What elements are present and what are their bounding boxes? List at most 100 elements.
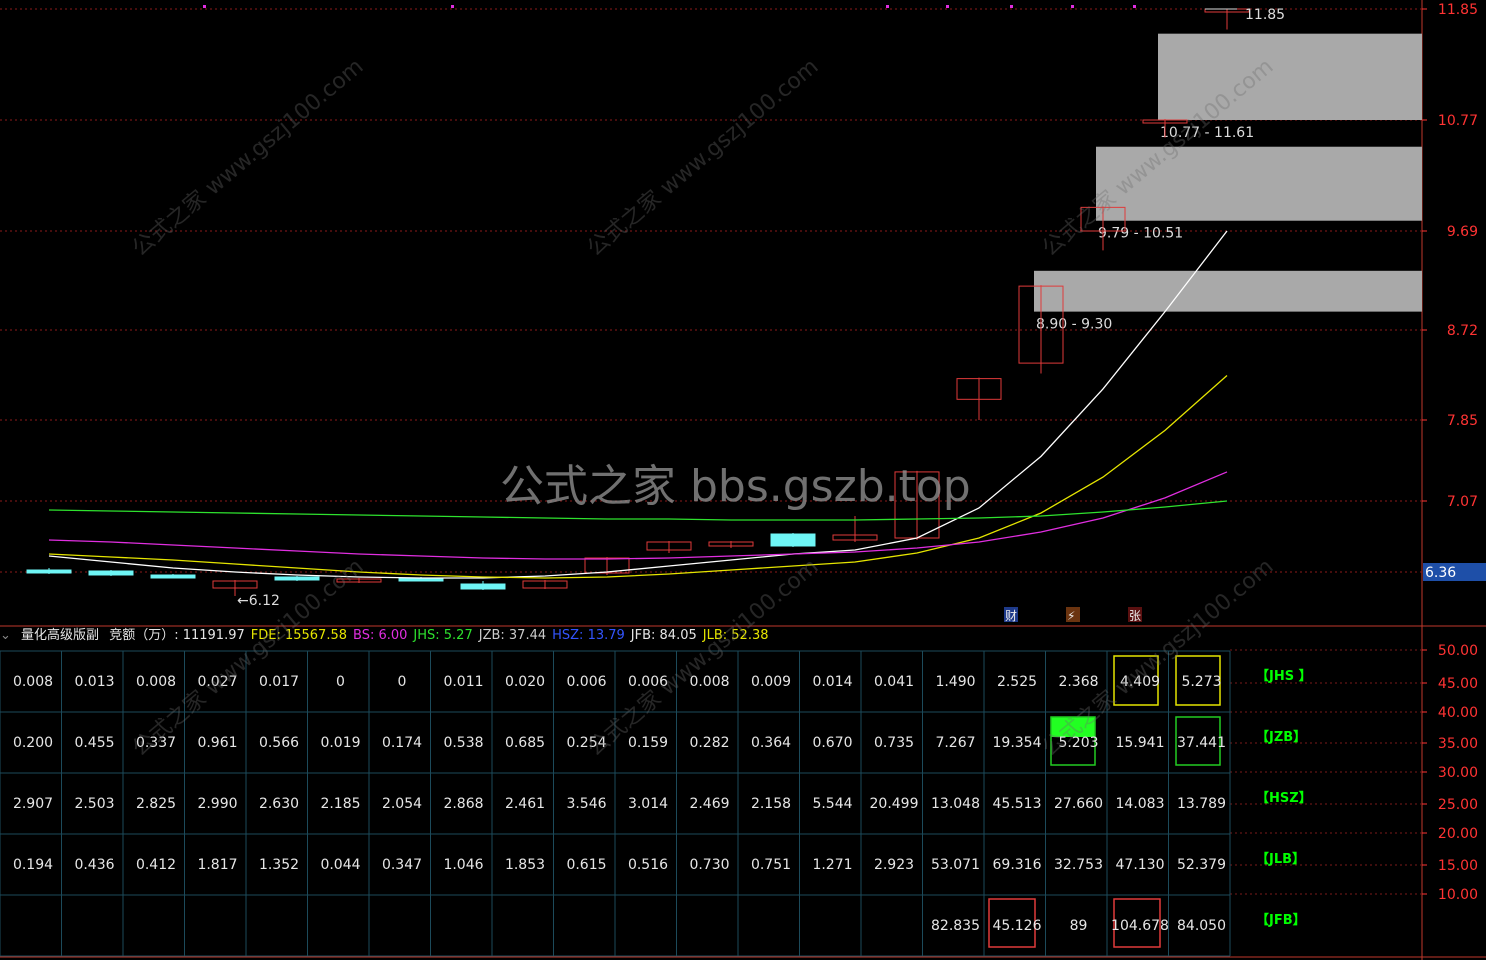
top-signal-dot xyxy=(1071,5,1074,8)
table-cell: 0.041 xyxy=(873,674,915,690)
table-cell: 0.008 xyxy=(135,674,177,690)
top-signal-dot xyxy=(946,5,949,8)
table-cell: 13.048 xyxy=(931,796,980,812)
table-cell: 82.835 xyxy=(931,918,980,934)
table-cell: 5.544 xyxy=(812,796,853,812)
top-signal-dot xyxy=(451,5,454,8)
table-cell: 0.020 xyxy=(504,674,546,690)
table-cell: 69.316 xyxy=(992,857,1042,873)
table-cell: 1.853 xyxy=(504,857,546,873)
status-item: BS: 6.00 xyxy=(353,628,408,643)
price-tick-label: 7.85 xyxy=(1447,413,1478,429)
current-price-label: 6.36 xyxy=(1425,565,1456,581)
table-cell: 52.379 xyxy=(1177,857,1226,873)
table-cell: 0 xyxy=(336,674,345,690)
table-cell: 1.271 xyxy=(812,857,853,873)
candle-body xyxy=(88,570,134,576)
candle-body xyxy=(150,574,196,579)
table-row-label: 【JZB】 xyxy=(1256,730,1307,745)
candle-body xyxy=(770,533,816,547)
table-row-label: 【JLB】 xyxy=(1256,852,1306,867)
table-cell: 0.009 xyxy=(750,674,792,690)
table-cell: 1.817 xyxy=(197,857,238,873)
table-cell: 45.513 xyxy=(992,796,1042,812)
low-annotation: ←6.12 xyxy=(237,593,280,609)
table-cell: 84.050 xyxy=(1177,918,1226,934)
price-tick-label: 7.07 xyxy=(1447,494,1478,510)
table-cell: 0.194 xyxy=(12,857,54,873)
table-cell: 0.011 xyxy=(443,674,484,690)
table-cell: 0.615 xyxy=(566,857,607,873)
table-cell: 0.961 xyxy=(197,735,238,751)
table-cell: 2.503 xyxy=(74,796,115,812)
table-cell: 0.751 xyxy=(750,857,792,873)
indicator-tick-label: 25.00 xyxy=(1438,797,1478,813)
table-cell: 104.678 xyxy=(1111,918,1169,934)
table-cell: 0.200 xyxy=(12,735,54,751)
table-cell: 0.006 xyxy=(566,674,607,690)
table-cell: 1.046 xyxy=(443,857,484,873)
status-item: JFB: 84.05 xyxy=(630,628,697,643)
table-row-label: 【JFB】 xyxy=(1256,913,1306,928)
table-row-label: 【JHS 】 xyxy=(1256,669,1312,684)
table-cell: 5.273 xyxy=(1181,674,1222,690)
status-item: JZB: 37.44 xyxy=(478,628,547,643)
table-cell: 0.017 xyxy=(258,674,300,690)
table-cell: 2.868 xyxy=(443,796,484,812)
table-cell: 0.730 xyxy=(689,857,730,873)
table-cell: 1.490 xyxy=(935,674,976,690)
table-cell: 13.789 xyxy=(1177,796,1226,812)
table-cell: 0.412 xyxy=(135,857,177,873)
indicator-tick-label: 20.00 xyxy=(1438,826,1478,842)
price-tick-label: 9.69 xyxy=(1447,224,1478,240)
price-zone xyxy=(1034,270,1422,312)
table-cell: 47.130 xyxy=(1115,857,1165,873)
indicator-tick-label: 35.00 xyxy=(1438,736,1478,752)
table-cell: 0.008 xyxy=(12,674,54,690)
top-signal-dot xyxy=(203,5,206,8)
price-tick-label: 8.72 xyxy=(1447,323,1478,339)
top-signal-dot xyxy=(1010,5,1013,8)
table-cell: 1.352 xyxy=(258,857,300,873)
table-cell: 89 xyxy=(1069,918,1088,934)
table-cell: 2.630 xyxy=(258,796,300,812)
indicator-tick-label: 10.00 xyxy=(1438,887,1478,903)
table-cell: 2.469 xyxy=(689,796,730,812)
table-cell: 32.753 xyxy=(1054,857,1103,873)
table-cell: 0.174 xyxy=(381,735,423,751)
indicator-title: 量化高级版副 xyxy=(21,628,100,643)
top-signal-dot xyxy=(886,5,889,8)
status-item: JHS: 5.27 xyxy=(413,628,473,643)
center-watermark: 公式之家 bbs.gszb.top xyxy=(500,461,971,512)
table-cell: 2.990 xyxy=(197,796,238,812)
indicator-tick-label: 30.00 xyxy=(1438,765,1478,781)
table-cell: 14.083 xyxy=(1115,796,1165,812)
table-cell: 2.525 xyxy=(996,674,1038,690)
table-cell: 2.923 xyxy=(873,857,915,873)
table-cell: 0.014 xyxy=(812,674,853,690)
table-cell: 0.455 xyxy=(74,735,115,751)
collapse-icon[interactable]: ⌄ xyxy=(0,628,11,643)
table-cell: 15.941 xyxy=(1115,735,1165,751)
table-cell: 7.267 xyxy=(935,735,976,751)
table-cell: 37.441 xyxy=(1177,735,1226,751)
price-zone-label: 9.79 - 10.51 xyxy=(1098,226,1183,242)
table-cell: 0.364 xyxy=(750,735,792,751)
status-item: HSZ: 13.79 xyxy=(552,628,625,643)
table-cell: 0.013 xyxy=(74,674,115,690)
table-cell: 27.660 xyxy=(1054,796,1103,812)
status-item: 竞额（万）: 11191.97 xyxy=(109,628,245,643)
price-tick-label: 11.85 xyxy=(1438,2,1478,18)
indicator-tick-label: 40.00 xyxy=(1438,705,1478,721)
table-cell: 53.071 xyxy=(931,857,980,873)
event-marker-label: ⚡ xyxy=(1067,609,1075,623)
table-cell: 3.546 xyxy=(566,796,607,812)
event-marker-label: 张 xyxy=(1129,609,1141,623)
price-tick-label: 10.77 xyxy=(1438,113,1478,129)
indicator-tick-label: 50.00 xyxy=(1438,643,1478,659)
table-cell: 2.158 xyxy=(750,796,792,812)
table-cell: 0.735 xyxy=(873,735,915,751)
indicator-tick-label: 15.00 xyxy=(1438,858,1478,874)
top-signal-dot xyxy=(1133,5,1136,8)
table-cell: 2.054 xyxy=(381,796,423,812)
